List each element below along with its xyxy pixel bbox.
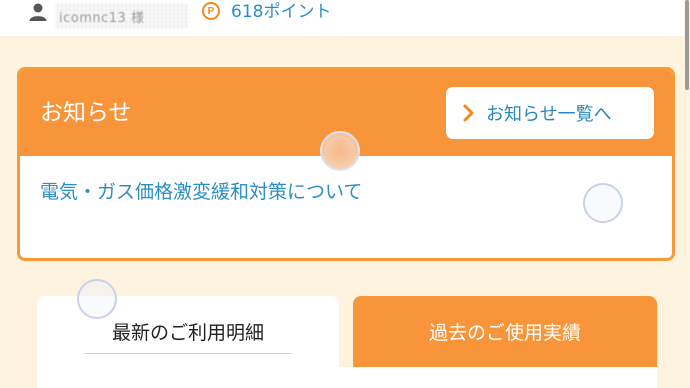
top-bar: icomnc13 様 P 618ポイント <box>0 0 690 36</box>
person-icon <box>28 2 48 22</box>
scrollbar[interactable] <box>684 0 690 388</box>
user-name: icomnc13 様 <box>55 3 188 29</box>
tab-active-underline <box>85 353 291 354</box>
news-panel: お知らせ お知らせ一覧へ 電気・ガス価格激変緩和対策について <box>17 67 675 261</box>
tab-latest-statement-label: 最新のご利用明細 <box>111 322 264 344</box>
tab-past-usage-label: 過去のご使用実績 <box>428 322 581 344</box>
points-icon: P <box>202 2 220 20</box>
tab-content-area <box>37 367 657 388</box>
news-title: お知らせ <box>40 100 132 126</box>
news-list-button-label: お知らせ一覧へ <box>486 104 612 125</box>
news-header: お知らせ お知らせ一覧へ <box>20 70 672 156</box>
news-item-link[interactable]: 電気・ガス価格激変緩和対策について <box>40 178 362 206</box>
news-list-button[interactable]: お知らせ一覧へ <box>446 87 654 139</box>
chevron-right-icon <box>462 103 476 123</box>
points-balance[interactable]: 618ポイント <box>231 0 331 24</box>
scrollbar-thumb[interactable] <box>685 0 689 90</box>
